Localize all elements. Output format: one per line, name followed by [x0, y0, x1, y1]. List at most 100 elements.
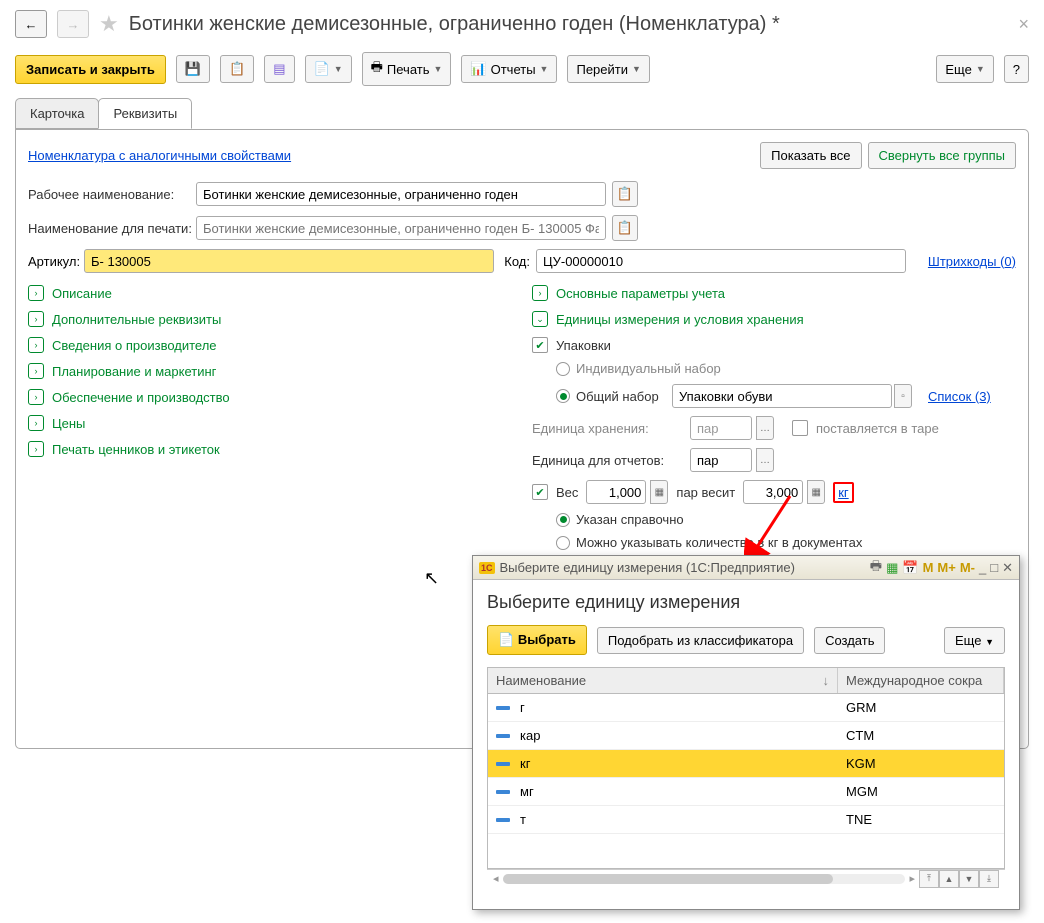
barcodes-link[interactable]: Штрихкоды (0) [928, 254, 1016, 269]
tab-card[interactable]: Карточка [15, 98, 99, 129]
shared-label: Общий набор [576, 389, 666, 404]
help-button[interactable]: ? [1004, 55, 1029, 83]
table-row[interactable]: карCTM [488, 722, 1004, 750]
close-icon[interactable]: × [1018, 14, 1029, 35]
group-main-params[interactable]: ›Основные параметры учета [532, 285, 1016, 301]
save-close-button[interactable]: Записать и закрыть [15, 55, 166, 84]
group-extra[interactable]: ›Дополнительные реквизиты [28, 311, 512, 327]
nav-down-button[interactable]: ▼ [959, 870, 979, 888]
ref-label: Указан справочно [576, 512, 684, 527]
app-logo-icon: 1С [479, 562, 495, 574]
report-unit-label: Единица для отчетов: [532, 453, 682, 468]
nav-up-button[interactable]: ▲ [939, 870, 959, 888]
kg-link[interactable]: кг [833, 482, 853, 503]
group-description[interactable]: ›Описание [28, 285, 512, 301]
article-input[interactable] [84, 249, 494, 273]
cankg-radio[interactable] [556, 536, 570, 550]
goto-button[interactable]: Перейти▼ [567, 55, 649, 83]
table-body: гGRM карCTM кгKGM мгMGM тTNE [487, 694, 1005, 869]
report-unit-input[interactable] [690, 448, 752, 472]
popup-minimize-icon[interactable]: _ [979, 560, 986, 575]
weight-checkbox[interactable]: ✔ [532, 484, 548, 500]
nav-back-button[interactable]: ← [15, 10, 47, 38]
more-button[interactable]: Еще▼ [936, 55, 993, 83]
weight-label: Вес [556, 485, 578, 500]
show-all-button[interactable]: Показать все [760, 142, 861, 169]
classifier-button[interactable]: Подобрать из классификатора [597, 627, 804, 654]
nav-first-button[interactable]: ⤒ [919, 870, 939, 888]
group-prices[interactable]: ›Цены [28, 415, 512, 431]
ref-radio[interactable] [556, 513, 570, 527]
favorite-star-icon[interactable]: ★ [99, 11, 119, 37]
scroll-left-icon[interactable]: ◂ [493, 872, 499, 885]
list-button[interactable]: ▤ [264, 55, 294, 83]
select-button[interactable]: 📄 Выбрать [487, 625, 587, 655]
group-manufacturer[interactable]: ›Сведения о производителе [28, 337, 512, 353]
row-icon [496, 762, 510, 766]
popup-icon-calendar[interactable]: 📅 [902, 560, 918, 576]
group-labels[interactable]: ›Печать ценников и этикеток [28, 441, 512, 457]
pack-label: Упаковки [556, 338, 611, 353]
collapse-all-button[interactable]: Свернуть все группы [868, 142, 1016, 169]
shared-set-open-icon[interactable]: ▫ [894, 384, 912, 408]
nav-forward-button[interactable]: → [57, 10, 89, 38]
weight-value-calc-icon[interactable]: ▦ [807, 480, 825, 504]
weight-text: пар весит [676, 485, 735, 500]
nav-last-button[interactable]: ⤓ [979, 870, 999, 888]
individual-label: Индивидуальный набор [576, 361, 721, 376]
storage-unit-pick-icon[interactable]: … [756, 416, 774, 440]
storage-unit-input[interactable] [690, 416, 752, 440]
scroll-right-icon[interactable]: ▸ [909, 872, 915, 885]
col-code-header[interactable]: Международное сокра [838, 668, 1004, 693]
popup-window-title: Выберите единицу измерения (1С:Предприят… [500, 560, 795, 575]
table-row[interactable]: тTNE [488, 806, 1004, 834]
code-input[interactable] [536, 249, 906, 273]
report-unit-pick-icon[interactable]: … [756, 448, 774, 472]
print-name-input[interactable] [196, 216, 606, 240]
table-row[interactable]: кгKGM [488, 750, 1004, 778]
popup-icon-m-minus[interactable]: M- [960, 560, 975, 575]
dropdown-button-1[interactable]: 📄▼ [305, 55, 352, 83]
popup-icon-table[interactable]: ▦ [886, 560, 898, 576]
work-name-icon-button[interactable]: 📋 [612, 181, 638, 207]
list-link[interactable]: Список (3) [928, 389, 991, 404]
create-button[interactable]: Создать [814, 627, 885, 654]
popup-heading: Выберите единицу измерения [487, 592, 1005, 613]
weight-value-input[interactable] [743, 480, 803, 504]
group-planning[interactable]: ›Планирование и маркетинг [28, 363, 512, 379]
row-icon [496, 734, 510, 738]
article-label: Артикул: [28, 254, 84, 269]
popup-icon-m[interactable]: M [923, 560, 934, 575]
weight-qty-input[interactable] [586, 480, 646, 504]
popup-maximize-icon[interactable]: □ [990, 560, 998, 575]
table-row[interactable]: гGRM [488, 694, 1004, 722]
code-label: Код: [494, 254, 530, 269]
scrollbar-track[interactable] [503, 874, 906, 884]
storage-unit-label: Единица хранения: [532, 421, 682, 436]
group-supply[interactable]: ›Обеспечение и производство [28, 389, 512, 405]
shared-radio[interactable] [556, 389, 570, 403]
print-name-icon-button[interactable]: 📋 [612, 215, 638, 241]
print-button[interactable]: 🖶 Печать▼ [362, 52, 452, 86]
table-row[interactable]: мгMGM [488, 778, 1004, 806]
tare-checkbox[interactable] [792, 420, 808, 436]
tab-details[interactable]: Реквизиты [98, 98, 192, 129]
popup-icon-m-plus[interactable]: M+ [937, 560, 955, 575]
col-name-header[interactable]: Наименование↓ [488, 668, 838, 693]
work-name-input[interactable] [196, 182, 606, 206]
shared-set-input[interactable] [672, 384, 892, 408]
individual-radio[interactable] [556, 362, 570, 376]
popup-icon-print[interactable]: 🖶 [870, 557, 882, 579]
scrollbar-thumb[interactable] [503, 874, 833, 884]
weight-qty-calc-icon[interactable]: ▦ [650, 480, 668, 504]
reports-button[interactable]: 📊 Отчеты▼ [461, 55, 557, 83]
table-header: Наименование↓ Международное сокра [487, 667, 1005, 694]
popup-more-button[interactable]: Еще ▼ [944, 627, 1005, 654]
save-button[interactable]: 💾 [176, 55, 210, 83]
popup-close-icon[interactable]: ✕ [1002, 560, 1013, 576]
similar-link[interactable]: Номенклатура с аналогичными свойствами [28, 148, 291, 163]
copy-button[interactable]: 📋 [220, 55, 254, 83]
group-units[interactable]: ⌄Единицы измерения и условия хранения [532, 311, 1016, 327]
pack-checkbox[interactable]: ✔ [532, 337, 548, 353]
cankg-label: Можно указывать количество в кг в докуме… [576, 535, 862, 550]
